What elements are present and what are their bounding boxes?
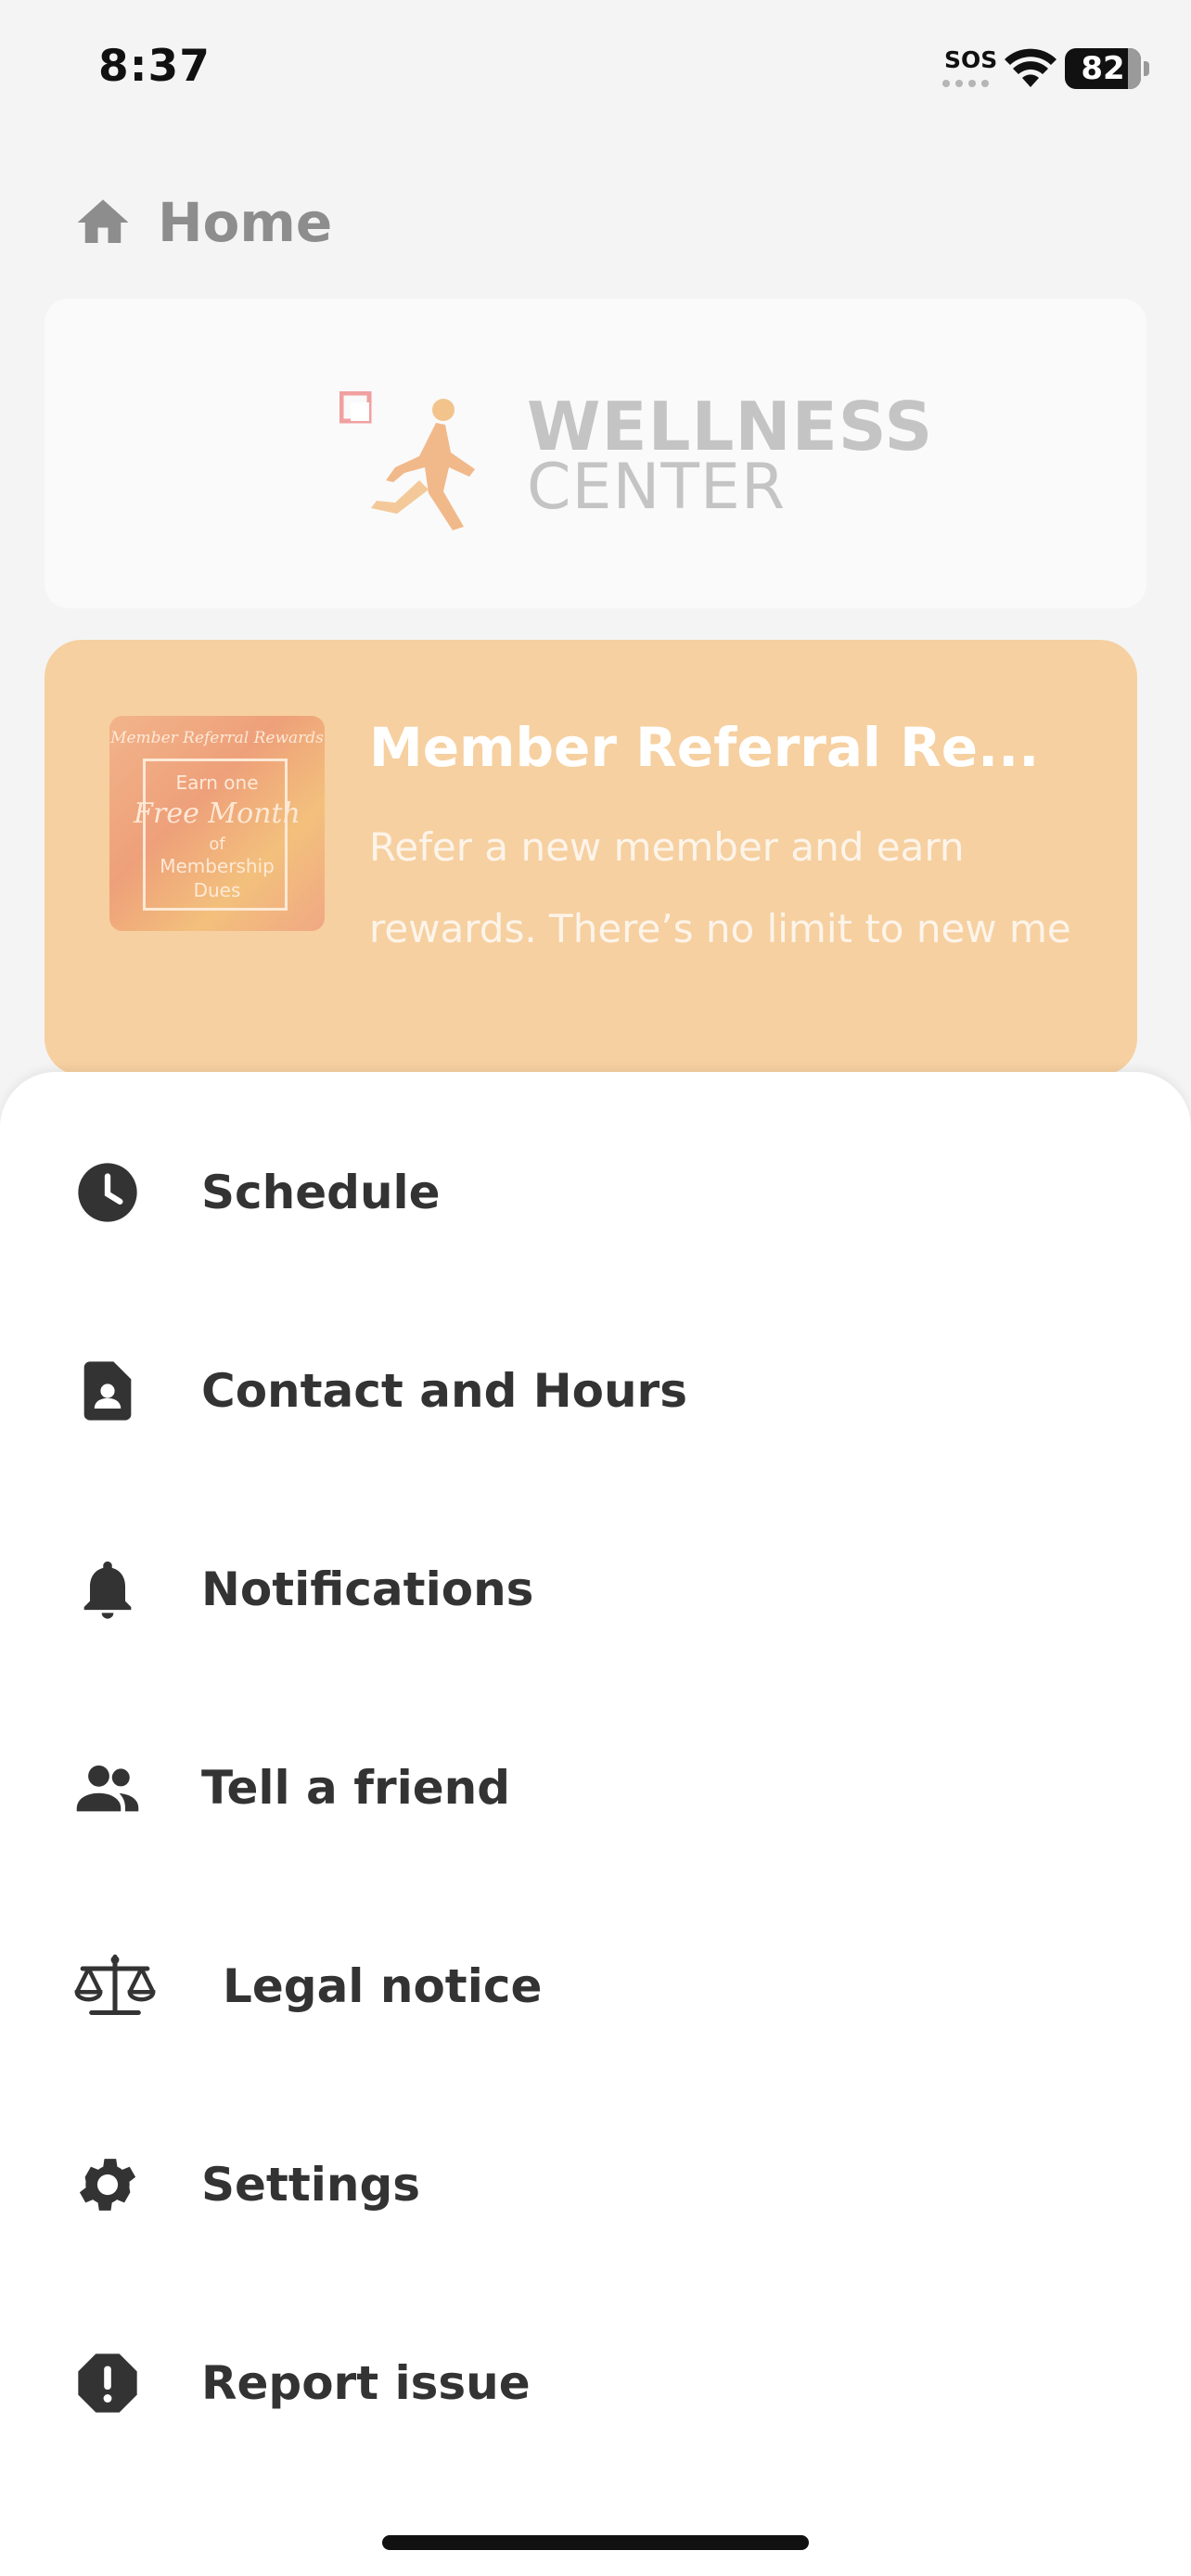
status-time: 8:37	[98, 41, 211, 92]
thumbnail-line-4: Membership	[160, 855, 275, 877]
runner-logo-icon	[339, 391, 475, 530]
menu-label-report-issue: Report issue	[201, 2356, 531, 2410]
gear-icon	[72, 2149, 143, 2220]
battery-tip	[1144, 61, 1149, 76]
menu-item-tell-a-friend[interactable]: Tell a friend	[0, 1723, 1191, 1853]
home-indicator[interactable]	[382, 2535, 809, 2550]
logo-text-center: CENTER	[527, 451, 787, 524]
people-icon	[72, 1753, 143, 1823]
bell-icon	[72, 1554, 143, 1625]
wifi-icon	[1005, 48, 1057, 87]
thumbnail-line-5: Dues	[193, 879, 241, 901]
home-icon	[77, 199, 129, 243]
alert-icon	[72, 2348, 143, 2418]
menu-item-report-issue[interactable]: Report issue	[0, 2318, 1191, 2448]
menu-item-notifications[interactable]: Notifications	[0, 1524, 1191, 1654]
app-screen: 8:37 SOS 82 Home WELLNESS CENTER Member …	[0, 0, 1191, 2576]
menu-label-notifications: Notifications	[201, 1562, 534, 1616]
scales-icon	[70, 1951, 160, 2021]
menu-item-contact-hours[interactable]: Contact and Hours	[0, 1326, 1191, 1456]
menu-label-schedule: Schedule	[201, 1166, 441, 1219]
menu-bottom-sheet: Schedule Contact and Hours Notifications…	[0, 1072, 1191, 2576]
menu-label-legal-notice: Legal notice	[223, 1959, 543, 2013]
menu-item-schedule[interactable]: Schedule	[0, 1128, 1191, 1257]
contact-card-icon	[72, 1356, 143, 1426]
sos-indicator: SOS	[944, 46, 998, 73]
promo-card[interactable]: Member Referral Rewards Earn one Free Mo…	[45, 640, 1137, 1076]
status-bar: 8:37 SOS 82	[0, 0, 1191, 139]
logo-card: WELLNESS CENTER	[45, 299, 1146, 608]
battery-icon: 82	[1065, 48, 1141, 89]
menu-label-contact-hours: Contact and Hours	[201, 1364, 687, 1418]
signal-dots-icon	[942, 80, 991, 87]
home-header: Home	[72, 185, 332, 260]
promo-description: Refer a new member and earn rewards. The…	[369, 824, 1071, 951]
thumbnail-line-1: Earn one	[175, 772, 259, 794]
menu-label-tell-a-friend: Tell a friend	[201, 1761, 511, 1815]
battery-level: 82	[1081, 50, 1125, 87]
menu-item-legal-notice[interactable]: Legal notice	[0, 1921, 1191, 2051]
thumbnail-caption: Member Referral Rewards	[110, 729, 324, 747]
thumbnail-line-3: of	[209, 835, 225, 854]
thumbnail-line-2: Free Month	[134, 797, 301, 830]
promo-thumbnail: Member Referral Rewards Earn one Free Mo…	[109, 716, 325, 931]
clock-icon	[72, 1157, 143, 1228]
menu-label-settings: Settings	[201, 2158, 421, 2212]
menu-item-settings[interactable]: Settings	[0, 2120, 1191, 2250]
page-title: Home	[158, 191, 333, 254]
promo-title: Member Referral Re...	[369, 716, 1040, 779]
